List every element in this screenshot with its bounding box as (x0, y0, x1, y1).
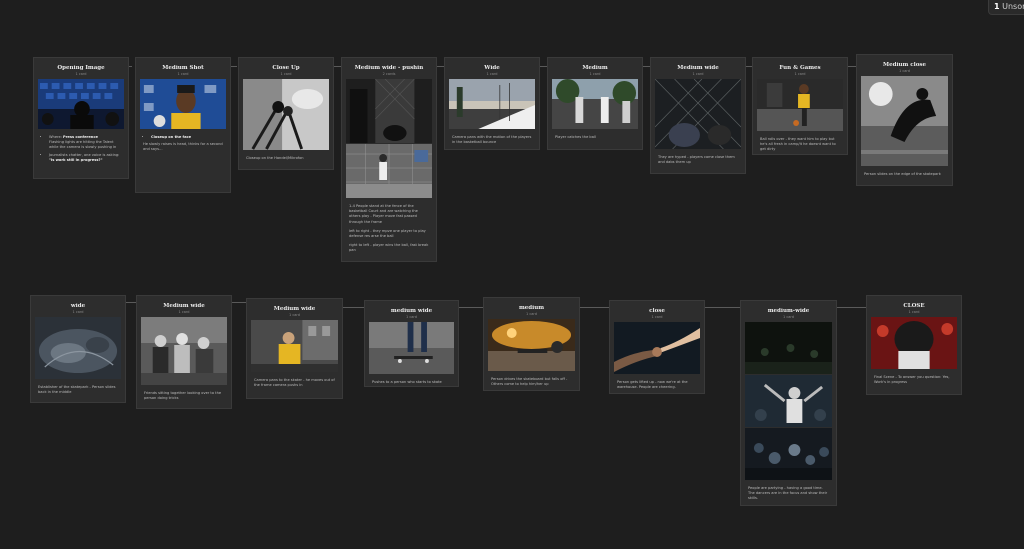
card-count: 1 card (177, 72, 189, 76)
thumbnail-final-scene (871, 317, 957, 369)
card-medium-shot[interactable]: Medium Shot 1 card Closeup on the face H… (135, 57, 231, 193)
thumbnail-skate-fall (488, 319, 575, 371)
card-title: close (649, 308, 665, 314)
card-title: Close Up (272, 65, 300, 71)
card-title: Medium close (883, 62, 926, 68)
card-opening-image[interactable]: Opening Image 1 card Where: Press confer… (33, 57, 129, 179)
card-count: 1 card (72, 310, 84, 314)
connector (836, 307, 867, 308)
card-title: medium-wide (767, 308, 810, 314)
thumbnail-fence-court (346, 79, 432, 143)
connector (231, 302, 247, 303)
card-count: 1 card (651, 315, 663, 319)
card-count: 1 card (692, 72, 704, 76)
card-count: 1 card (525, 312, 537, 316)
card-count: 1 card (280, 72, 292, 76)
card-count: 1 card (75, 72, 87, 76)
card-description: Closeup on the Handel/Mikrofon (246, 156, 304, 160)
card-count: 1 card (908, 310, 920, 314)
thumbnail-party-3 (745, 428, 832, 480)
card-description: They are hyped - players come close them… (658, 155, 735, 165)
card-count: 1 card (782, 315, 794, 319)
connector (125, 302, 136, 303)
thumbnail-skatepark-aerial (35, 317, 121, 379)
card-description: Closeup on the face He slowly raises is … (140, 135, 226, 153)
connector (579, 307, 609, 308)
card-fun-and-games[interactable]: Fun & Games 1 card Ball rolls over - the… (752, 57, 848, 155)
thumbnail-court-wide (449, 79, 535, 129)
card-medium-close[interactable]: Medium close 1 card Person slides on the… (856, 54, 953, 186)
card-medium-wide-friends[interactable]: Medium wide 1 card Friends sitting toget… (136, 295, 232, 409)
card-count: 1 card (794, 72, 806, 76)
card-title: medium (518, 305, 545, 311)
card-count: 1 card (178, 310, 190, 314)
thumbnail-player-face (140, 79, 226, 129)
card-description: Person drives the skateboard but falls o… (491, 377, 568, 387)
thumbnail-hands-lift (614, 322, 700, 374)
card-wide[interactable]: Wide 1 card Camera pans with the motion … (444, 57, 540, 150)
card-title: wide (70, 303, 86, 309)
thumbnail-party-1 (745, 322, 832, 374)
card-count: 2 cards (382, 72, 396, 76)
thumbnail-fence-dark (655, 79, 741, 149)
card-close-lift[interactable]: close 1 card Person gets lifted up - now… (609, 300, 705, 394)
connector (436, 66, 444, 67)
card-description: Player catches the ball (555, 135, 596, 139)
card-title: CLOSE (903, 303, 925, 309)
card-medium-fall[interactable]: medium 1 card Person drives the skateboa… (483, 297, 580, 391)
card-description: People are partying - having a good time… (748, 486, 828, 501)
unsorted-badge[interactable]: 1 Unsorted (988, 0, 1024, 15)
card-title: Opening Image (57, 65, 105, 71)
thumbnail-party-2 (745, 375, 832, 427)
card-medium-wide[interactable]: Medium wide 1 card They are hyped - play… (650, 57, 746, 174)
thumbnail-basketball-fence (346, 144, 432, 198)
card-title: Medium Shot (162, 65, 204, 71)
connector (342, 307, 364, 308)
card-count: 1 card (589, 72, 601, 76)
thumbnail-press-conference (38, 79, 124, 129)
card-title: Fun & Games (779, 65, 821, 71)
card-title: Medium wide (273, 306, 316, 312)
card-count: 1 card (288, 313, 300, 317)
card-title: Medium wide - pushin (354, 65, 424, 71)
card-title: Medium wide (163, 303, 205, 309)
card-description: Pushes to a person who starts to skate (372, 380, 442, 384)
card-description: Where: Press conferenceFlashing lights a… (38, 135, 124, 163)
card-description: 1-4 People stand at the fence of the bas… (349, 204, 429, 253)
thumbnail-skatepark-slide (861, 76, 948, 166)
card-description: Final Scene - To answer you question: Ye… (874, 375, 950, 385)
thumbnail-player-catch (552, 79, 638, 129)
card-close-up[interactable]: Close Up 1 card Closeup on the Handel/Mi… (238, 57, 334, 170)
card-medium[interactable]: Medium 1 card Player catches the ball (547, 57, 643, 150)
card-count: 1 card (486, 72, 498, 76)
card-description: Person gets lifted up - now we're at the… (617, 380, 688, 390)
card-medium-wide-pushes[interactable]: medium wide 1 card Pushes to a person wh… (364, 300, 459, 387)
connector (704, 307, 740, 308)
connector (231, 66, 237, 67)
connector (458, 307, 484, 308)
thumbnail-skater-pan (251, 320, 338, 372)
card-close-final[interactable]: CLOSE 1 card Final Scene - To answer you… (866, 295, 962, 395)
card-count: 1 card (405, 315, 417, 319)
thumbnail-ball-roll (757, 79, 843, 131)
card-description: Person slides on the edge of the skatepa… (864, 172, 941, 176)
card-title: medium wide (390, 308, 433, 314)
card-wide-skatepark[interactable]: wide 1 card Establisher of the skatepark… (30, 295, 126, 403)
card-description: Camera pans to the skater - he moves out… (254, 378, 335, 388)
card-description: Camera pans with the motion of the playe… (452, 135, 532, 145)
card-medium-wide-skater[interactable]: Medium wide 1 card Camera pans to the sk… (246, 298, 343, 399)
card-medium-wide-pushin[interactable]: Medium wide - pushin 2 cards 1-4 People … (341, 57, 437, 262)
card-title: Wide (484, 65, 500, 71)
thumbnail-skateboard-push (369, 322, 454, 374)
card-description: Establisher of the skatepark - Person sl… (38, 385, 116, 395)
card-count: 1 card (898, 69, 910, 73)
thumbnail-microphones (243, 79, 329, 150)
card-description: Friends sitting together looking over to… (144, 391, 222, 401)
thumbnail-friends-sitting (141, 317, 227, 385)
card-medium-wide-party[interactable]: medium-wide 1 card People are partying -… (740, 300, 837, 506)
card-title: Medium wide (677, 65, 719, 71)
card-title: Medium (582, 65, 608, 71)
card-description: Ball rolls over - they want him to play … (760, 137, 836, 152)
